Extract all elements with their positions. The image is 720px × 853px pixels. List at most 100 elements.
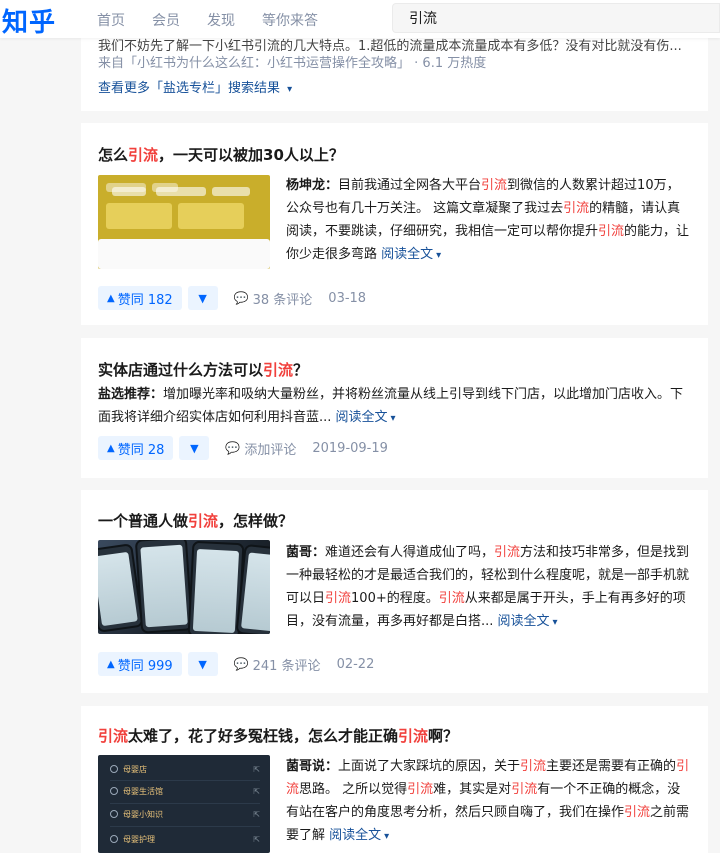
comment-button[interactable]: 💬 241 条评论 xyxy=(234,655,321,674)
excerpt-text: 主要还是需要有正确的 xyxy=(546,759,677,774)
excerpt-highlight: 引流 xyxy=(325,591,352,606)
chevron-down-icon: ▾ xyxy=(390,413,396,424)
excerpt-highlight: 引流 xyxy=(563,201,590,216)
read-more-label: 阅读全文 xyxy=(335,410,388,425)
read-more-link[interactable]: 阅读全文 ▾ xyxy=(329,828,389,843)
comment-count: 添加评论 xyxy=(244,442,297,458)
source-link[interactable]: 来自「小红书为什么这么红：小红书运营操作全攻略」 xyxy=(98,56,410,71)
answer-actions: ▲ 赞同 999 ▼ 💬 241 条评论 02-22 xyxy=(98,652,374,676)
comment-bubble-icon: 💬 xyxy=(225,441,241,455)
nav-waiting-answers[interactable]: 等你来答 xyxy=(262,10,318,30)
thumb-menu-text: 母婴护理 xyxy=(123,834,155,844)
upvote-button[interactable]: ▲ 赞同 182 xyxy=(98,286,182,310)
author-name[interactable]: 杨坤龙： xyxy=(286,178,338,193)
answer-date: 2019-09-19 xyxy=(312,440,388,456)
excerpt-text: 难道还会有人得道成仙了吗， xyxy=(325,545,495,560)
excerpt-highlight: 引流 xyxy=(511,782,538,797)
result-card: 引流太难了，花了好多冤枉钱，怎么才能正确引流啊？ 母婴店 ⇱ 母婴生活馆 ⇱ 母婴小… xyxy=(81,706,708,853)
thumb-menu-text: 母婴小知识 xyxy=(123,809,163,819)
question-title[interactable]: 引流太难了，花了好多冤枉钱，怎么才能正确引流啊？ xyxy=(98,725,458,746)
answer-excerpt[interactable]: 盐选推荐：增加曝光率和吸纳大量粉丝，并将粉丝流量从线上引导到线下门店，以此增加门… xyxy=(98,383,690,430)
question-title[interactable]: 实体店通过什么方法可以引流？ xyxy=(98,359,308,380)
comment-count: 241 条评论 xyxy=(252,658,321,674)
triangle-up-icon: ▲ xyxy=(107,658,115,670)
nav-discover[interactable]: 发现 xyxy=(207,10,235,30)
read-more-link[interactable]: 阅读全文 ▾ xyxy=(336,410,396,425)
excerpt-highlight: 引流 xyxy=(520,759,547,774)
downvote-button[interactable]: ▼ xyxy=(179,436,210,460)
comment-button[interactable]: 💬 38 条评论 xyxy=(234,289,313,308)
excerpt-text: 上面说了大家踩坑的原因，关于 xyxy=(338,759,521,774)
title-part: ，怎样做？ xyxy=(218,512,294,530)
comment-bubble-icon: 💬 xyxy=(233,657,249,671)
excerpt-text: 思路。 之所以觉得 xyxy=(299,782,408,797)
title-highlight: 引流 xyxy=(263,361,294,379)
triangle-up-icon: ▲ xyxy=(107,292,115,304)
upvote-button[interactable]: ▲ 赞同 999 xyxy=(98,652,182,676)
triangle-down-icon: ▼ xyxy=(198,291,207,305)
comment-button[interactable]: 💬 添加评论 xyxy=(225,439,296,458)
triangle-down-icon: ▼ xyxy=(198,657,207,671)
thumb-menu-text: 母婴生活馆 xyxy=(123,786,163,796)
answer-excerpt[interactable]: 菌哥：难道还会有人得道成仙了吗，引流方法和技巧非常多，但是找到一种最轻松的才是最… xyxy=(286,541,691,634)
chevron-down-icon: ▾ xyxy=(384,831,390,842)
title-part: 实体店通过什么方法可以 xyxy=(98,361,264,379)
excerpt-text: 难，其实是对 xyxy=(433,782,512,797)
nav-membership[interactable]: 会员 xyxy=(152,10,180,30)
excerpt-highlight: 引流 xyxy=(598,224,625,239)
zhihu-logo[interactable]: 知乎 xyxy=(2,2,56,39)
result-card: 一个普通人做引流，怎样做？ 菌哥：难道还会有人得道成仙了吗，引流方法和技巧非常多… xyxy=(81,490,708,693)
triangle-down-icon: ▼ xyxy=(190,441,199,455)
result-card: 实体店通过什么方法可以引流？ 盐选推荐：增加曝光率和吸纳大量粉丝，并将粉丝流量从… xyxy=(81,338,708,478)
nav-home[interactable]: 首页 xyxy=(97,10,125,30)
chevron-down-icon: ▾ xyxy=(436,250,442,261)
thumb-menu-text: 母婴店 xyxy=(123,764,147,774)
salt-column-result-card: 我们不妨先了解一下小红书引流的几大特点。1.超低的流量成本流量成本有多低？没有对… xyxy=(81,26,708,111)
author-name[interactable]: 盐选推荐： xyxy=(98,387,163,402)
answer-date: 02-22 xyxy=(336,656,375,672)
more-salt-results-label: 查看更多「盐选专栏」搜索结果 xyxy=(98,81,281,96)
title-part: 怎么 xyxy=(98,146,129,164)
read-more-link[interactable]: 阅读全文 ▾ xyxy=(498,614,558,629)
question-title[interactable]: 一个普通人做引流，怎样做？ xyxy=(98,510,293,531)
answer-thumbnail[interactable] xyxy=(98,175,270,269)
read-more-label: 阅读全文 xyxy=(497,614,550,629)
title-part: 一个普通人做 xyxy=(98,512,189,530)
comment-count: 38 条评论 xyxy=(252,292,313,308)
excerpt-text: 100+的程度。 xyxy=(351,591,439,606)
downvote-button[interactable]: ▼ xyxy=(187,652,218,676)
excerpt-text: 目前我通过全网各大平台 xyxy=(338,178,482,193)
excerpt-highlight: 引流 xyxy=(494,545,521,560)
excerpt-highlight: 引流 xyxy=(438,591,465,606)
answer-excerpt[interactable]: 杨坤龙：目前我通过全网各大平台引流到微信的人数累计超过10万，公众号也有几十万关… xyxy=(286,174,691,267)
author-name[interactable]: 菌哥： xyxy=(286,545,325,560)
main-nav: 首页 会员 发现 等你来答 xyxy=(97,10,345,30)
upvote-count: 赞同 28 xyxy=(117,442,165,458)
question-title[interactable]: 怎么引流，一天可以被加30人以上？ xyxy=(98,144,344,165)
title-part: 啊？ xyxy=(428,727,459,745)
answer-excerpt[interactable]: 菌哥说：上面说了大家踩坑的原因，关于引流主要还是需要有正确的引流思路。 之所以觉… xyxy=(286,755,691,848)
comment-bubble-icon: 💬 xyxy=(233,291,249,305)
source-line: 来自「小红书为什么这么红：小红书运营操作全攻略」 · 6.1 万热度 xyxy=(98,52,486,71)
upvote-button[interactable]: ▲ 赞同 28 xyxy=(98,436,174,460)
source-heat: · 6.1 万热度 xyxy=(414,56,487,71)
downvote-button[interactable]: ▼ xyxy=(187,286,218,310)
chevron-down-icon: ▾ xyxy=(287,84,293,95)
chevron-down-icon: ▾ xyxy=(552,617,558,628)
title-highlight: 引流 xyxy=(128,146,159,164)
answer-thumbnail[interactable]: 母婴店 ⇱ 母婴生活馆 ⇱ 母婴小知识 ⇱ 母婴护理 ⇱ xyxy=(98,755,270,853)
answer-thumbnail[interactable] xyxy=(98,540,270,634)
title-highlight: 引流 xyxy=(398,727,429,745)
search-input[interactable] xyxy=(392,3,720,33)
author-name[interactable]: 菌哥说： xyxy=(286,759,338,774)
title-part: 太难了，花了好多冤枉钱，怎么才能正确 xyxy=(128,727,399,745)
read-more-link[interactable]: 阅读全文 ▾ xyxy=(381,247,441,262)
top-navigation-bar: 知乎 首页 会员 发现 等你来答 xyxy=(0,0,720,38)
title-highlight: 引流 xyxy=(98,727,129,745)
result-card: 怎么引流，一天可以被加30人以上？ 杨坤龙：目前我通过全网各大平台引流到微信的人… xyxy=(81,123,708,325)
answer-actions: ▲ 赞同 182 ▼ 💬 38 条评论 03-18 xyxy=(98,286,366,310)
title-part: ，一天可以被加30人以上？ xyxy=(158,146,344,164)
answer-date: 03-18 xyxy=(328,290,367,306)
more-salt-results-link[interactable]: 查看更多「盐选专栏」搜索结果 ▾ xyxy=(98,77,292,96)
read-more-label: 阅读全文 xyxy=(329,828,382,843)
